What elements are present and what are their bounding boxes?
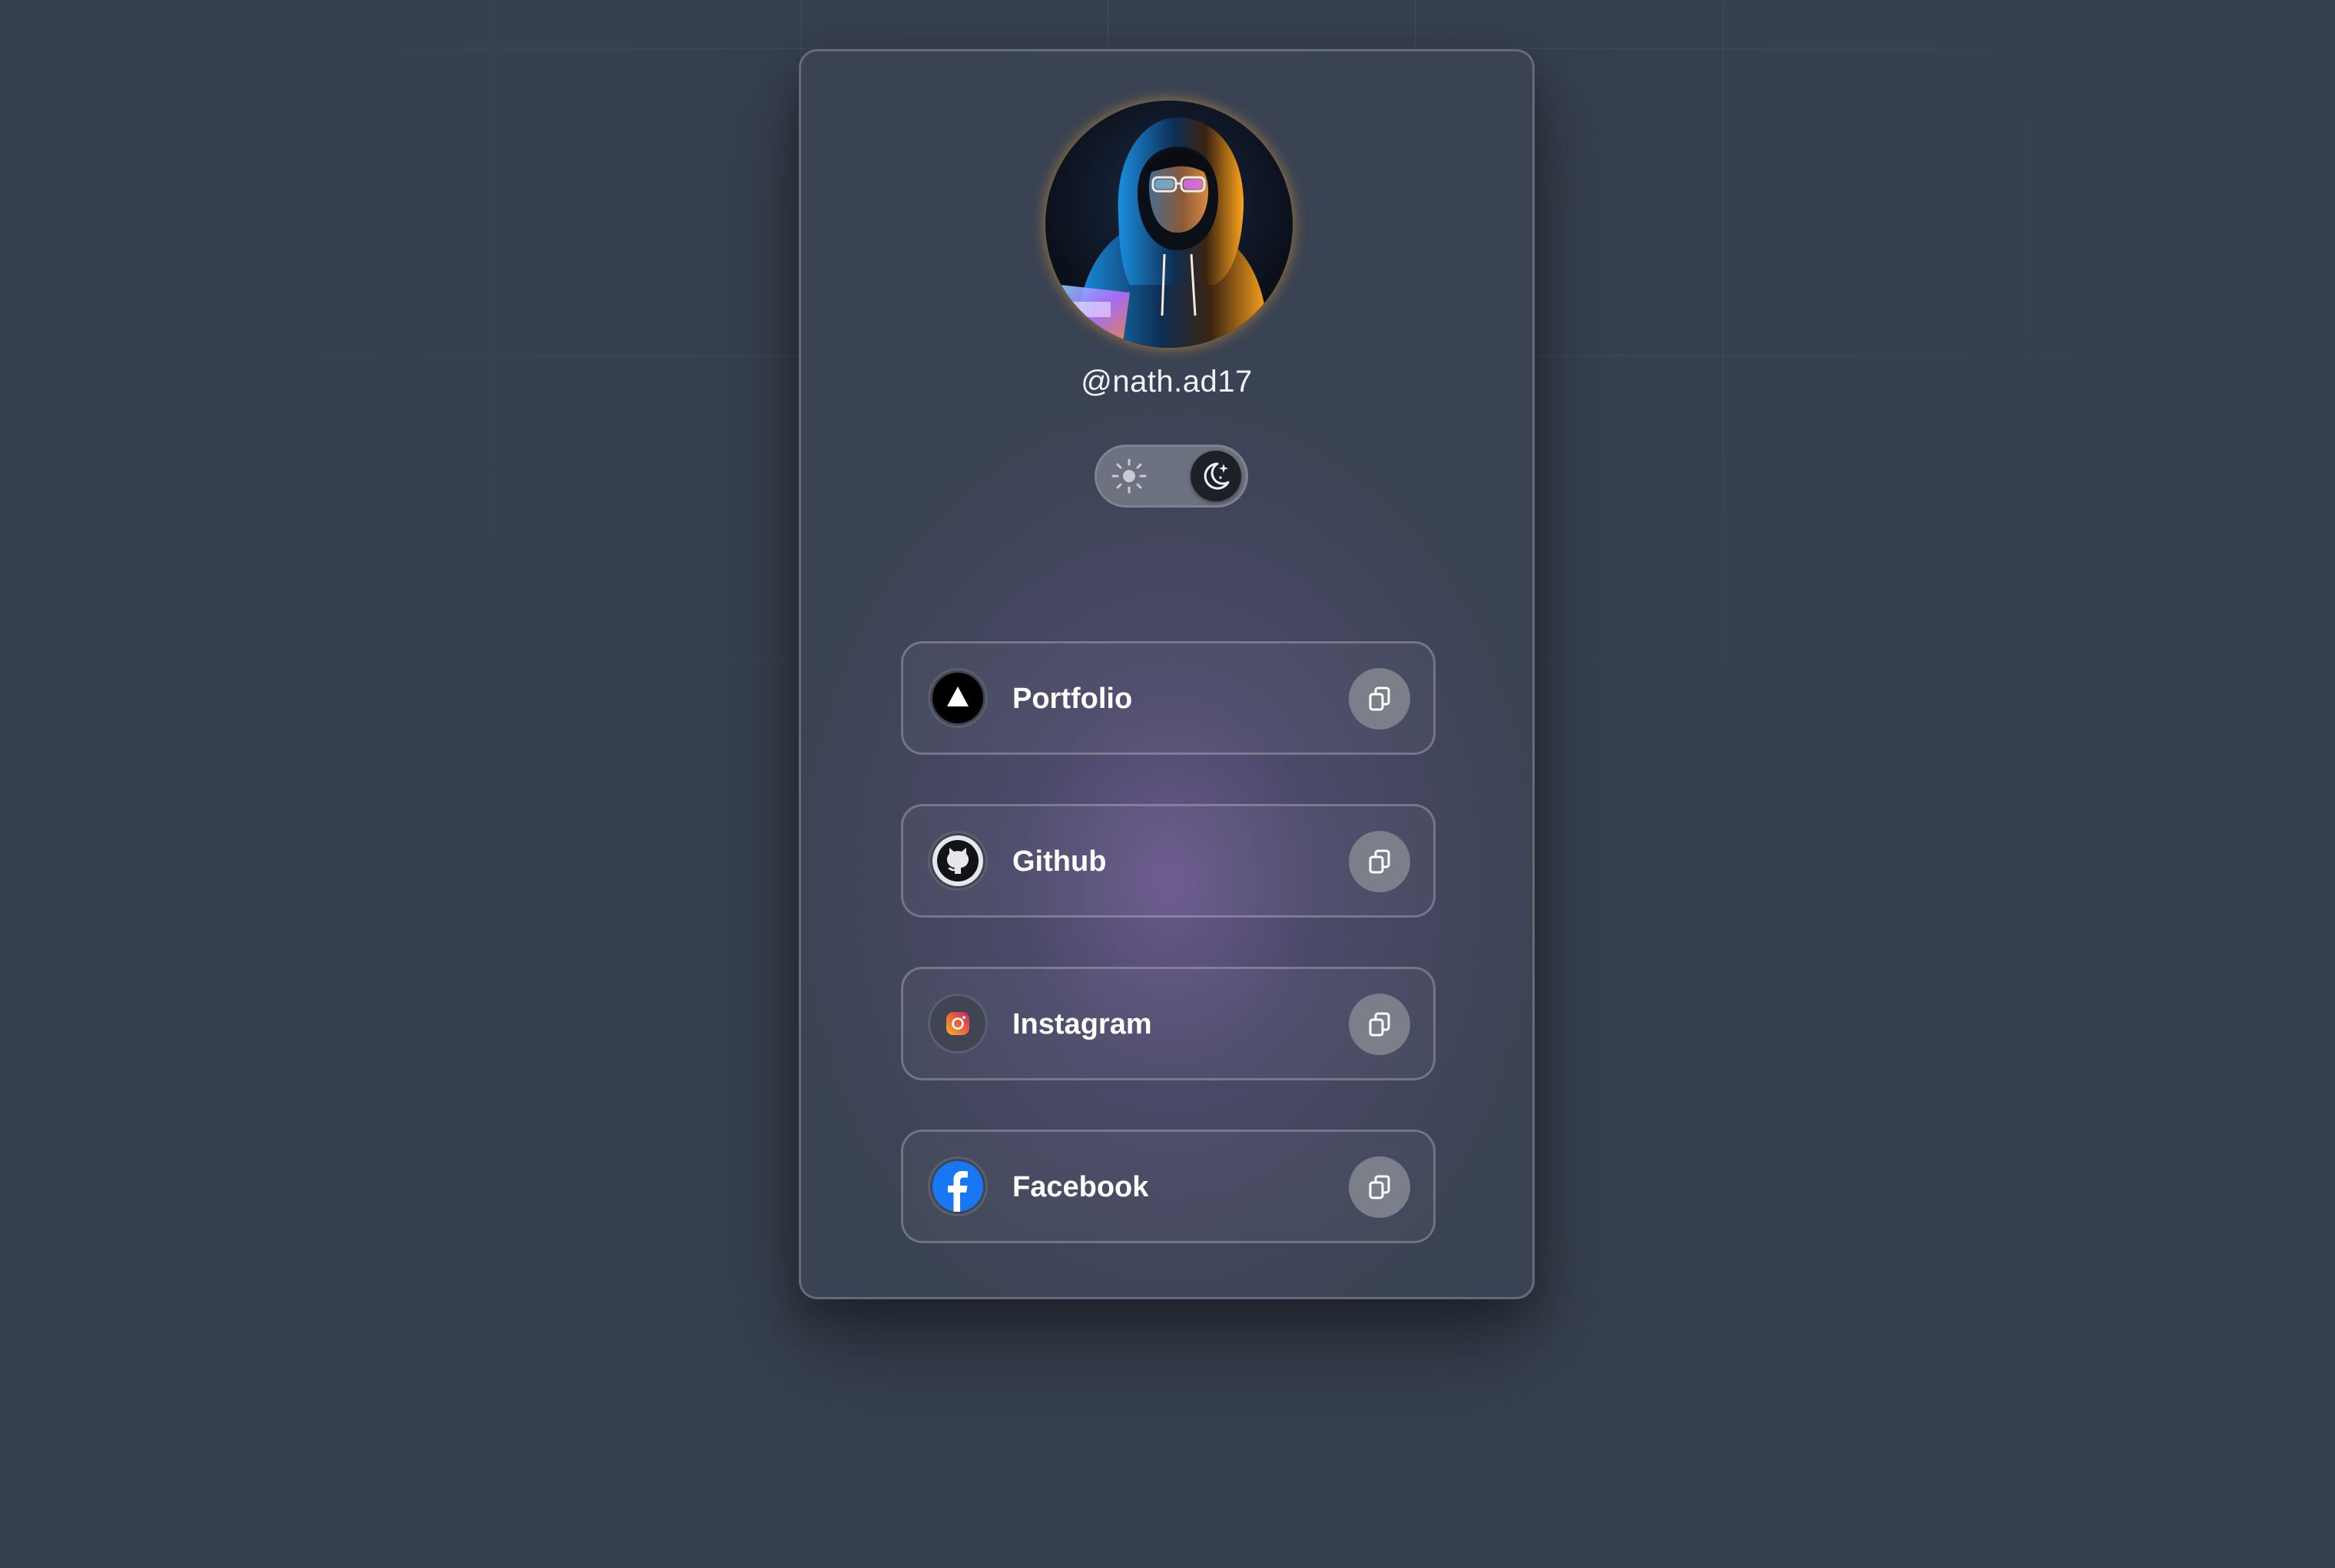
copy-button[interactable] xyxy=(1349,668,1410,729)
copy-icon xyxy=(1369,1012,1390,1037)
link-facebook[interactable]: Facebook xyxy=(901,1130,1436,1243)
copy-button[interactable] xyxy=(1349,994,1410,1055)
theme-toggle[interactable] xyxy=(1095,445,1248,508)
copy-icon xyxy=(1369,1175,1390,1199)
link-portfolio[interactable]: Portfolio xyxy=(901,641,1436,755)
moon-icon xyxy=(1204,462,1230,490)
copy-icon xyxy=(1369,849,1390,874)
facebook-icon xyxy=(928,1156,988,1216)
link-label: Portfolio xyxy=(1012,683,1133,715)
dark-mode-button[interactable] xyxy=(1191,451,1241,501)
copy-icon xyxy=(1369,686,1390,711)
link-label: Instagram xyxy=(1012,1008,1152,1040)
triangle-logo-icon xyxy=(928,668,988,728)
avatar xyxy=(1045,101,1293,348)
light-mode-button[interactable] xyxy=(1108,455,1151,498)
link-github[interactable]: Github xyxy=(901,804,1436,918)
profile-card: @nath.ad17 Portfolio Github Instagram Fa… xyxy=(799,49,1535,1299)
copy-button[interactable] xyxy=(1349,1156,1410,1218)
link-instagram[interactable]: Instagram xyxy=(901,967,1436,1080)
username: @nath.ad17 xyxy=(1081,365,1253,399)
copy-button[interactable] xyxy=(1349,831,1410,892)
link-label: Facebook xyxy=(1012,1171,1149,1203)
instagram-icon xyxy=(928,994,988,1054)
github-icon xyxy=(928,831,988,891)
link-label: Github xyxy=(1012,845,1107,878)
sun-icon xyxy=(1111,458,1147,494)
